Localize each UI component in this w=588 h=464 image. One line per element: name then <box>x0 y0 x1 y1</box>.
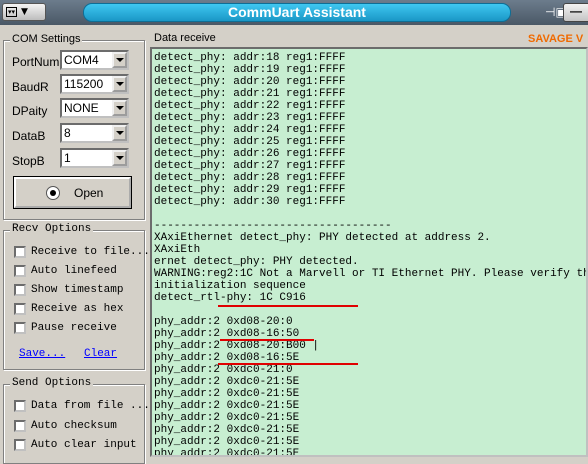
port-status-icon <box>46 186 60 200</box>
portnum-value: COM4 <box>64 53 99 67</box>
annotation-underline <box>218 363 358 365</box>
auto-checksum-checkbox[interactable] <box>14 420 26 432</box>
pause-receive-checkbox[interactable] <box>14 322 26 334</box>
auto-checksum-label: Auto checksum <box>31 420 117 432</box>
databits-value: 8 <box>64 126 71 140</box>
receive-line: XAxiEthernet detect_phy: PHY detected at… <box>154 232 491 244</box>
portnum-label: PortNum <box>12 55 60 69</box>
save-link[interactable]: Save... <box>19 348 65 360</box>
receive-line: phy_addr:2 0xdc0-21:5E <box>154 376 300 388</box>
clear-link[interactable]: Clear <box>84 348 117 360</box>
data-from-file-label: Data from file ... <box>31 400 150 412</box>
show-timestamp-label: Show timestamp <box>31 284 124 296</box>
show-timestamp-checkbox[interactable] <box>14 284 26 296</box>
chevron-down-icon: ▼ <box>21 7 28 17</box>
receive-line: detect_phy: addr:20 reg1:FFFF <box>154 76 346 88</box>
chevron-down-icon[interactable] <box>112 150 127 166</box>
receive-line: XAxiEth <box>154 244 201 256</box>
receive-line: detect_phy: addr:25 reg1:FFFF <box>154 136 346 148</box>
recv-options-title: Recv Options <box>10 223 94 235</box>
parity-value: NONE <box>64 101 99 115</box>
chevron-down-icon[interactable] <box>112 76 127 92</box>
receive-as-hex-checkbox[interactable] <box>14 303 26 315</box>
receive-line: phy_addr:2 0xdc0-21:5E <box>154 448 300 457</box>
receive-as-hex-label: Receive as hex <box>31 303 124 315</box>
receive-line: detect_phy: addr:28 reg1:FFFF <box>154 172 346 184</box>
chevron-down-icon[interactable] <box>112 52 127 68</box>
dpaity-label: DPaity <box>12 104 48 118</box>
open-button-label: Open <box>74 186 104 200</box>
receive-line: phy_addr:2 0xdc0-21:0 <box>154 364 293 376</box>
databits-select[interactable]: 8 <box>60 123 129 143</box>
baudrate-select[interactable]: 115200 <box>60 74 129 94</box>
receive-line: initialization sequence <box>154 280 306 292</box>
receive-line: ernet detect_phy: PHY detected. <box>154 256 359 268</box>
auto-clear-input-checkbox[interactable] <box>14 439 26 451</box>
parity-select[interactable]: NONE <box>60 98 129 118</box>
receive-line: phy_addr:2 0xd08-20:0 <box>154 316 293 328</box>
auto-linefeed-label: Auto linefeed <box>31 265 117 277</box>
receive-line: detect_phy: addr:19 reg1:FFFF <box>154 64 346 76</box>
minimize-button[interactable]: — <box>563 3 588 22</box>
receive-line: detect_phy: addr:21 reg1:FFFF <box>154 88 346 100</box>
portnum-select[interactable]: COM4 <box>60 50 129 70</box>
chevron-down-icon[interactable] <box>112 100 127 116</box>
baudr-label: BaudR <box>12 80 49 94</box>
receive-line: phy_addr:2 0xdc0-21:5E <box>154 424 300 436</box>
title-bar: ▾▾ ▼ CommUart Assistant ⊣▣ — <box>0 0 588 25</box>
annotation-underline <box>220 339 314 341</box>
datab-label: DataB <box>12 129 46 143</box>
window-title: CommUart Assistant <box>83 3 511 22</box>
receive-line: phy_addr:2 0xdc0-21:5E <box>154 388 300 400</box>
receive-to-file-checkbox[interactable] <box>14 246 26 258</box>
data-from-file-checkbox[interactable] <box>14 400 26 412</box>
auto-linefeed-checkbox[interactable] <box>14 265 26 277</box>
receive-line: detect_phy: addr:24 reg1:FFFF <box>154 124 346 136</box>
receive-line: detect_phy: addr:18 reg1:FFFF <box>154 52 346 64</box>
receive-line: detect_phy: addr:22 reg1:FFFF <box>154 100 346 112</box>
pause-receive-label: Pause receive <box>31 322 117 334</box>
receive-line: detect_rtl-phy: 1C C916 <box>154 292 306 304</box>
com-settings-title: COM Settings <box>10 33 83 45</box>
open-port-button[interactable]: Open <box>13 176 132 209</box>
brand-label: SAVAGE V <box>528 33 584 45</box>
receive-to-file-label: Receive to file... <box>31 246 150 258</box>
receive-line: ------------------------------------ <box>154 220 392 232</box>
app-logo-icon: ▾▾ <box>6 7 18 17</box>
receive-line: detect_phy: addr:27 reg1:FFFF <box>154 160 346 172</box>
stopbits-value: 1 <box>64 151 71 165</box>
receive-line: phy_addr:2 0xdc0-21:5E <box>154 412 300 424</box>
receive-line: detect_phy: addr:26 reg1:FFFF <box>154 148 346 160</box>
auto-clear-input-label: Auto clear input <box>31 439 137 451</box>
receive-line: phy_addr:2 0xdc0-21:5E <box>154 400 300 412</box>
baudrate-value: 115200 <box>64 77 104 91</box>
receive-line: phy_addr:2 0xd08-20:B00 | <box>154 340 320 352</box>
send-options-title: Send Options <box>10 377 94 389</box>
receive-line: WARNING:reg2:1C Not a Marvell or TI Ethe… <box>154 268 588 280</box>
receive-line: detect_phy: addr:29 reg1:FFFF <box>154 184 346 196</box>
data-receive-title: Data receive <box>154 32 216 44</box>
data-receive-area[interactable]: phy_addr:2 0xdc0-21:5E phy_addr:2 0xdc0-2… <box>150 47 588 457</box>
stopb-label: StopB <box>12 154 45 168</box>
receive-line: phy_addr:2 0xdc0-21:5E <box>154 436 300 448</box>
annotation-underline <box>218 305 358 307</box>
system-menu-button[interactable]: ▾▾ ▼ <box>2 3 46 21</box>
receive-line: detect_phy: addr:30 reg1:FFFF <box>154 196 346 208</box>
chevron-down-icon[interactable] <box>112 125 127 141</box>
receive-line: detect_phy: addr:23 reg1:FFFF <box>154 112 346 124</box>
stopbits-select[interactable]: 1 <box>60 148 129 168</box>
